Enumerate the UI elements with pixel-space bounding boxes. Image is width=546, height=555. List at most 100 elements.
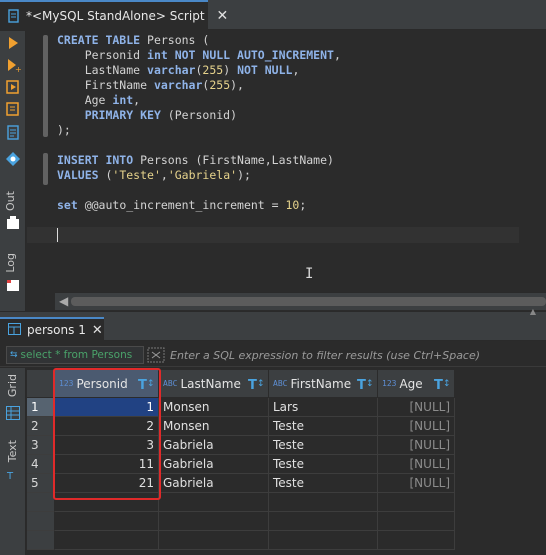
row-number[interactable] — [27, 512, 55, 531]
code-line[interactable] — [57, 138, 341, 153]
expand-filter-icon[interactable] — [147, 347, 165, 363]
table-cell-lastname[interactable]: Gabriela — [159, 474, 269, 493]
close-icon[interactable]: ✕ — [92, 323, 103, 338]
table-cell-lastname[interactable] — [159, 531, 269, 550]
row-number[interactable]: 1 — [27, 398, 55, 417]
table-cell-personid[interactable] — [55, 493, 159, 512]
table-row[interactable]: 3 3 Gabriela Teste [NULL] — [27, 436, 455, 455]
table-cell-age[interactable]: [NULL] — [378, 398, 455, 417]
table-row[interactable]: 2 2 Monsen Teste [NULL] — [27, 417, 455, 436]
code-line[interactable]: Personid int NOT NULL AUTO_INCREMENT, — [57, 48, 341, 63]
table-row[interactable]: 5 21 Gabriela Teste [NULL] — [27, 474, 455, 493]
output-icon[interactable] — [5, 215, 21, 231]
grid-view-toggle[interactable]: Grid — [6, 374, 19, 397]
table-cell-personid[interactable]: 2 — [55, 417, 159, 436]
table-row[interactable]: 1 1 Monsen Lars [NULL] — [27, 398, 455, 417]
active-query-label[interactable]: ⇆ select * from Persons — [6, 346, 144, 364]
table-cell-age[interactable] — [378, 531, 455, 550]
code-line[interactable]: ); — [57, 123, 341, 138]
table-cell-firstname[interactable]: Teste — [269, 455, 378, 474]
sql-code[interactable]: CREATE TABLE Persons ( Personid int NOT … — [57, 33, 341, 243]
empty-table-row[interactable] — [27, 531, 455, 550]
empty-table-row[interactable] — [27, 493, 455, 512]
row-number[interactable]: 3 — [27, 436, 55, 455]
editor-horizontal-scrollbar[interactable]: ◀ — [55, 292, 546, 310]
code-line[interactable]: FirstName varchar(255), — [57, 78, 341, 93]
table-cell-lastname[interactable]: Monsen — [159, 398, 269, 417]
table-cell-age[interactable]: [NULL] — [378, 455, 455, 474]
row-number[interactable]: 4 — [27, 455, 55, 474]
log-panel-toggle[interactable]: Log — [4, 253, 17, 273]
column-header-personid[interactable]: 123 Personid T ↕ — [55, 370, 159, 398]
results-grid[interactable]: 123 Personid T ↕ ABC LastName T ↕ ABC Firs… — [27, 370, 546, 555]
column-name: LastName — [180, 376, 241, 391]
text-view-toggle[interactable]: Text — [6, 440, 19, 462]
code-token: ( — [98, 168, 113, 182]
code-line[interactable]: CREATE TABLE Persons ( — [57, 33, 341, 48]
table-cell-lastname[interactable]: Monsen — [159, 417, 269, 436]
log-icon[interactable] — [5, 277, 21, 293]
execute-statement-icon[interactable] — [5, 35, 21, 51]
tab-script[interactable]: *<MySQL StandAlone> Script ✕ — [0, 0, 228, 30]
column-header-lastname[interactable]: ABC LastName T ↕ — [159, 370, 269, 398]
execute-script-icon[interactable] — [5, 79, 21, 95]
grid-icon[interactable] — [6, 406, 22, 422]
table-cell-personid[interactable] — [55, 531, 159, 550]
empty-table-row[interactable] — [27, 512, 455, 531]
table-cell-lastname[interactable] — [159, 493, 269, 512]
column-header-firstname[interactable]: ABC FirstName T ↕ — [269, 370, 378, 398]
code-line[interactable] — [57, 213, 341, 228]
table-cell-personid[interactable] — [55, 512, 159, 531]
sql-editor[interactable]: CREATE TABLE Persons ( Personid int NOT … — [27, 31, 546, 293]
output-panel-toggle[interactable]: Out — [4, 191, 17, 211]
filter-input[interactable]: Enter a SQL expression to filter results… — [168, 346, 546, 364]
table-cell-firstname[interactable]: Teste — [269, 436, 378, 455]
load-plan-icon[interactable] — [5, 151, 21, 167]
row-number[interactable]: 2 — [27, 417, 55, 436]
execute-statement-new-tab-icon[interactable]: + — [5, 57, 22, 74]
code-line[interactable]: INSERT INTO Persons (FirstName,LastName) — [57, 153, 341, 168]
code-line[interactable]: set @@auto_increment_increment = 10; — [57, 198, 341, 213]
tab-results[interactable]: persons 1 ✕ — [0, 317, 104, 341]
filter-bar: ⇆ select * from Persons Enter a SQL expr… — [0, 343, 546, 367]
table-cell-age[interactable]: [NULL] — [378, 417, 455, 436]
row-number[interactable] — [27, 493, 55, 512]
table-cell-age[interactable] — [378, 493, 455, 512]
table-cell-firstname[interactable]: Lars — [269, 398, 378, 417]
code-line[interactable]: LastName varchar(255) NOT NULL, — [57, 63, 341, 78]
close-icon[interactable]: ✕ — [217, 9, 229, 23]
execute-script-new-tab-icon[interactable] — [5, 101, 21, 117]
table-cell-lastname[interactable]: Gabriela — [159, 436, 269, 455]
table-cell-personid[interactable]: 21 — [55, 474, 159, 493]
code-line[interactable]: VALUES ('Teste','Gabriela'); — [57, 168, 341, 183]
scroll-left-icon[interactable]: ◀ — [59, 294, 68, 308]
row-number[interactable] — [27, 531, 55, 550]
table-cell-lastname[interactable] — [159, 512, 269, 531]
table-cell-firstname[interactable]: Teste — [269, 474, 378, 493]
code-line[interactable]: Age int, — [57, 93, 341, 108]
table-row[interactable]: 4 11 Gabriela Teste [NULL] — [27, 455, 455, 474]
table-cell-firstname[interactable] — [269, 493, 378, 512]
collapse-panel-icon[interactable]: ▲ — [530, 307, 536, 316]
table-cell-lastname[interactable]: Gabriela — [159, 455, 269, 474]
table-cell-firstname[interactable]: Teste — [269, 417, 378, 436]
table-cell-firstname[interactable] — [269, 531, 378, 550]
row-number[interactable]: 5 — [27, 474, 55, 493]
sort-filter-icon[interactable]: T ↕ — [138, 376, 155, 393]
text-view-icon[interactable]: T — [6, 468, 22, 484]
table-cell-age[interactable]: [NULL] — [378, 474, 455, 493]
table-cell-age[interactable]: [NULL] — [378, 436, 455, 455]
table-cell-age[interactable] — [378, 512, 455, 531]
code-line[interactable]: PRIMARY KEY (Personid) — [57, 108, 341, 123]
scrollbar-thumb[interactable] — [71, 297, 546, 306]
column-header-age[interactable]: 123 Age T ↕ — [378, 370, 455, 398]
sort-filter-icon[interactable]: T ↕ — [434, 376, 451, 393]
explain-plan-icon[interactable] — [5, 125, 21, 141]
table-cell-personid[interactable]: 11 — [55, 455, 159, 474]
table-cell-firstname[interactable] — [269, 512, 378, 531]
table-cell-personid[interactable]: 3 — [55, 436, 159, 455]
table-cell-personid[interactable]: 1 — [55, 398, 159, 417]
code-line[interactable] — [57, 183, 341, 198]
sort-filter-icon[interactable]: T ↕ — [357, 376, 374, 393]
sort-filter-icon[interactable]: T ↕ — [248, 376, 265, 393]
